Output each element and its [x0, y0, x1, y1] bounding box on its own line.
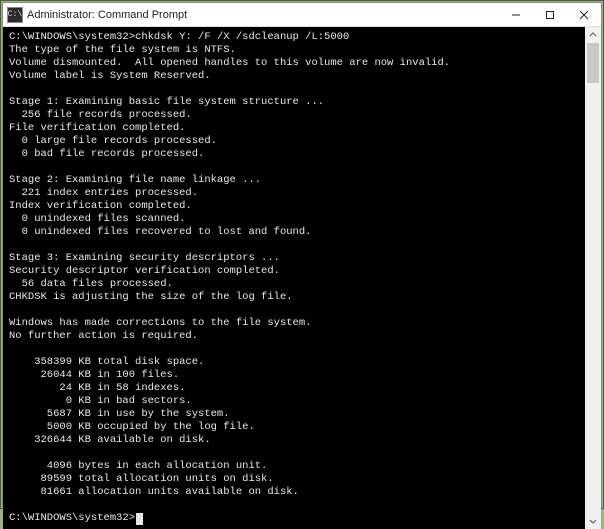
cursor [136, 513, 143, 525]
scroll-down-button[interactable] [585, 513, 601, 529]
output-line: 256 file records processed. [9, 109, 579, 122]
output-line: Security descriptor verification complet… [9, 265, 579, 278]
output-line: 26044 KB in 100 files. [9, 369, 579, 382]
maximize-icon [545, 10, 555, 20]
vertical-scrollbar[interactable] [585, 27, 601, 529]
output-line: Stage 3: Examining security descriptors … [9, 252, 579, 265]
minimize-icon [511, 10, 521, 20]
output-line: No further action is required. [9, 330, 579, 343]
chevron-up-icon [589, 31, 597, 39]
output-line: 0 unindexed files recovered to lost and … [9, 226, 579, 239]
output-line: 358399 KB total disk space. [9, 356, 579, 369]
output-line: Volume dismounted. All opened handles to… [9, 57, 579, 70]
output-line: 81661 allocation units available on disk… [9, 486, 579, 499]
output-line [9, 447, 579, 460]
output-line: 0 bad file records processed. [9, 148, 579, 161]
output-line [9, 83, 579, 96]
command-prompt-window: C:\ Administrator: Command Prompt C:\WIN… [2, 2, 602, 507]
output-line: 24 KB in 58 indexes. [9, 382, 579, 395]
output-line: Windows has made corrections to the file… [9, 317, 579, 330]
output-line: File verification completed. [9, 122, 579, 135]
scroll-track[interactable] [585, 43, 601, 513]
output-line: 221 index entries processed. [9, 187, 579, 200]
output-line: Volume label is System Reserved. [9, 70, 579, 83]
minimize-button[interactable] [499, 3, 533, 27]
prompt: C:\WINDOWS\system32> [9, 31, 135, 43]
output-line: Stage 2: Examining file name linkage ... [9, 174, 579, 187]
output-line: 5687 KB in use by the system. [9, 408, 579, 421]
cmd-icon: C:\ [7, 7, 23, 23]
output-line: CHKDSK is adjusting the size of the log … [9, 291, 579, 304]
maximize-button[interactable] [533, 3, 567, 27]
prompt: C:\WINDOWS\system32> [9, 512, 135, 524]
output-line: 0 unindexed files scanned. [9, 213, 579, 226]
output-line: 0 large file records processed. [9, 135, 579, 148]
output-line: 89599 total allocation units on disk. [9, 473, 579, 486]
command-text: chkdsk Y: /F /X /sdcleanup /L:5000 [135, 31, 349, 43]
output-line: 5000 KB occupied by the log file. [9, 421, 579, 434]
output-line [9, 304, 579, 317]
output-line [9, 343, 579, 356]
scroll-up-button[interactable] [585, 27, 601, 43]
output-line: The type of the file system is NTFS. [9, 44, 579, 57]
window-title: Administrator: Command Prompt [27, 9, 187, 21]
terminal-output[interactable]: C:\WINDOWS\system32>chkdsk Y: /F /X /sdc… [3, 27, 585, 529]
terminal-area: C:\WINDOWS\system32>chkdsk Y: /F /X /sdc… [3, 27, 601, 529]
output-line [9, 161, 579, 174]
output-line: Stage 1: Examining basic file system str… [9, 96, 579, 109]
titlebar[interactable]: C:\ Administrator: Command Prompt [3, 3, 601, 27]
chevron-down-icon [589, 517, 597, 525]
close-button[interactable] [567, 3, 601, 27]
output-line: 326644 KB available on disk. [9, 434, 579, 447]
output-line [9, 239, 579, 252]
close-icon [579, 10, 589, 20]
output-line [9, 499, 579, 512]
scroll-thumb[interactable] [587, 43, 599, 83]
output-line: 0 KB in bad sectors. [9, 395, 579, 408]
output-line: 56 data files processed. [9, 278, 579, 291]
output-line: 4096 bytes in each allocation unit. [9, 460, 579, 473]
output-line: Index verification completed. [9, 200, 579, 213]
